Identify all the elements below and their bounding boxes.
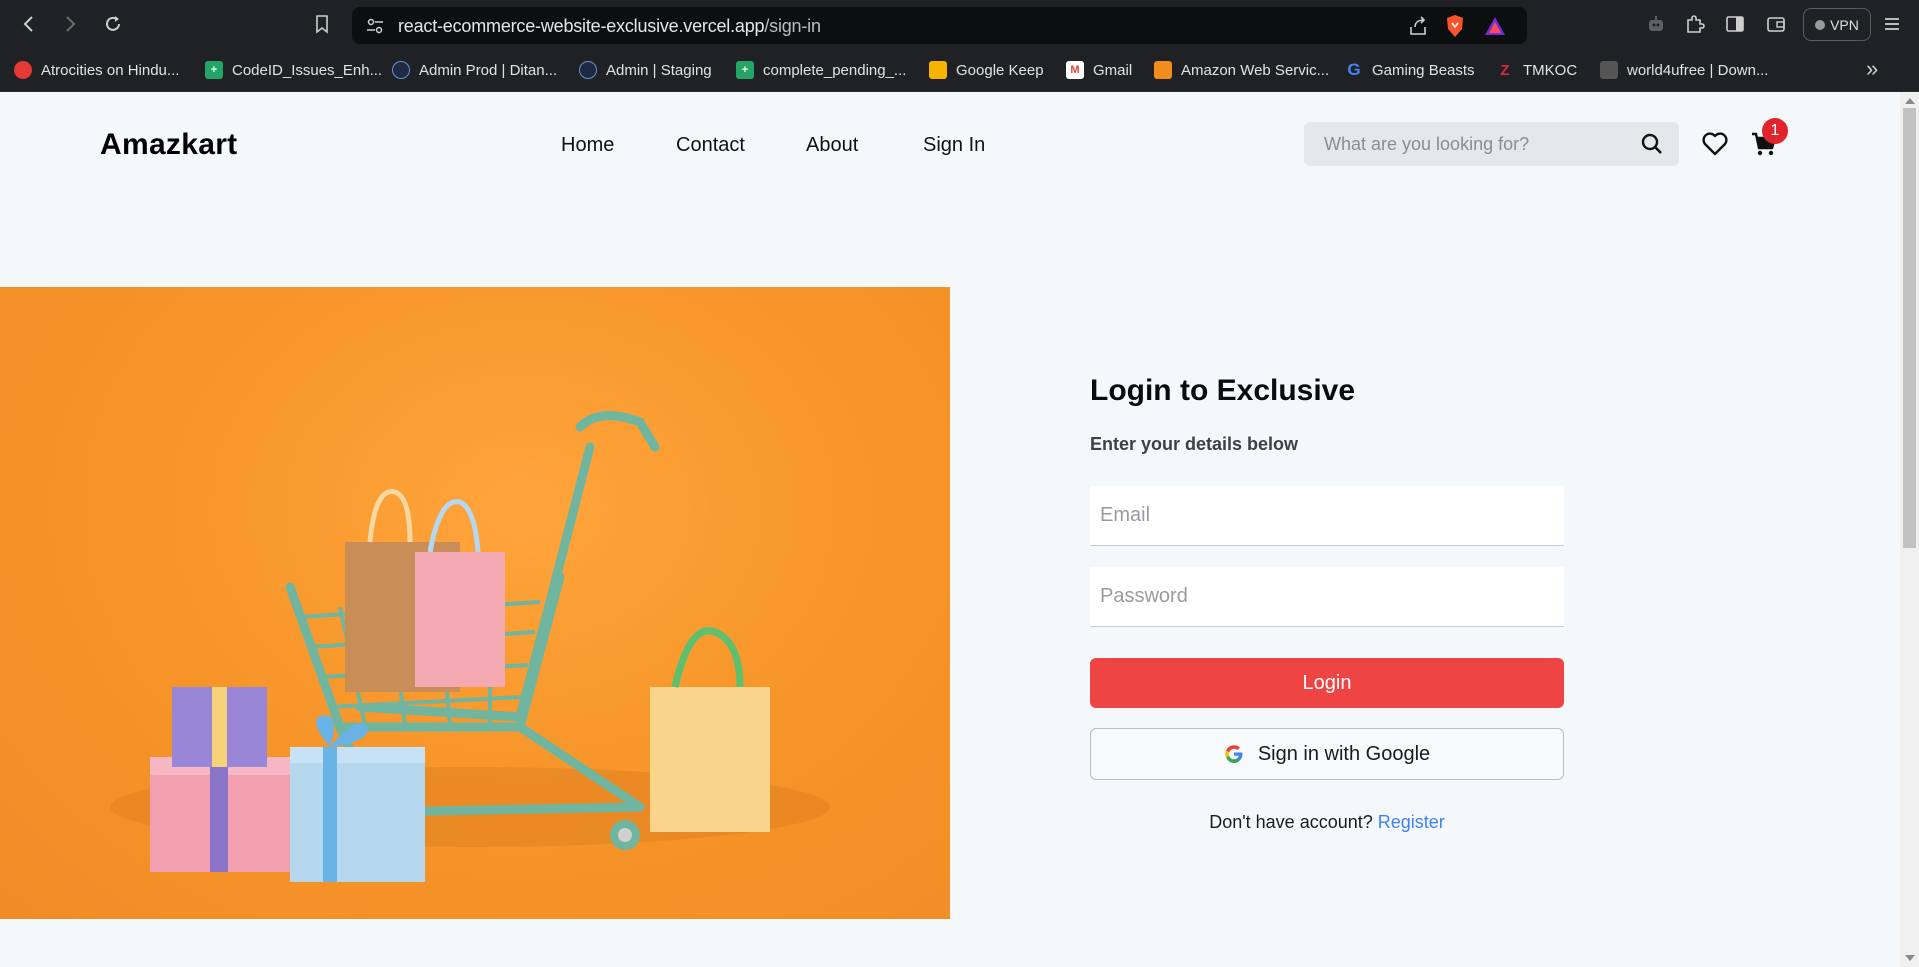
bookmark-label: Gaming Beasts (1372, 61, 1475, 79)
page: Amazkart Home Contact About Sign In 1 (0, 92, 1900, 967)
leo-ai-icon[interactable] (1645, 13, 1667, 35)
register-link[interactable]: Register (1378, 812, 1445, 832)
login-button[interactable]: Login (1090, 658, 1564, 708)
register-prompt: Don't have account? Register (1090, 812, 1564, 833)
back-button[interactable] (17, 12, 41, 36)
vpn-status-dot (1815, 19, 1826, 30)
forward-button[interactable] (58, 12, 82, 36)
bookmark-item[interactable]: + complete_pending_... (736, 59, 906, 81)
keep-icon (929, 61, 947, 79)
search-box (1304, 122, 1679, 166)
url-text: react-ecommerce-website-exclusive.vercel… (398, 16, 821, 37)
bookmark-item[interactable]: + CodeID_Issues_Enh... (205, 59, 382, 81)
cart-count-badge: 1 (1762, 118, 1788, 144)
search-input[interactable] (1304, 122, 1624, 166)
google-button-label: Sign in with Google (1257, 742, 1431, 765)
reload-button[interactable] (101, 12, 125, 36)
nav-home[interactable]: Home (561, 134, 614, 157)
menu-icon[interactable] (1882, 14, 1902, 34)
bookmark-label: Admin Prod | Ditan... (419, 61, 558, 79)
bookmark-item[interactable]: Admin | Staging (579, 59, 712, 81)
bookmark-label: Gmail (1093, 61, 1133, 79)
forward-arrow-icon (66, 16, 76, 32)
bookmark-label: TMKOC (1523, 61, 1578, 79)
brave-shield-icon[interactable] (1444, 14, 1466, 38)
url-host: react-ecommerce-website-exclusive.vercel… (398, 16, 765, 36)
bookmark-label: Admin | Staging (606, 61, 712, 79)
sheets-icon: + (205, 61, 223, 79)
google-icon: G (1347, 60, 1361, 79)
heart-icon[interactable] (1701, 130, 1729, 158)
url-path: /sign-in (764, 16, 821, 36)
no-account-text: Don't have account? (1209, 812, 1373, 832)
more-bookmarks-icon[interactable]: » (1866, 56, 1878, 82)
google-logo-icon (1225, 745, 1243, 763)
bookmark-item[interactable]: Z TMKOC (1496, 59, 1577, 81)
password-field[interactable] (1090, 567, 1564, 627)
site-logo[interactable]: Amazkart (100, 128, 237, 162)
login-subtitle: Enter your details below (1090, 434, 1299, 454)
sidebar-toggle-icon[interactable] (1724, 13, 1746, 35)
bookmark-label: CodeID_Issues_Enh... (232, 61, 383, 79)
bookmark-label: complete_pending_... (763, 61, 907, 79)
page-scrollbar[interactable] (1900, 92, 1919, 967)
tmkoc-icon: Z (1500, 61, 1510, 79)
share-icon[interactable] (1407, 15, 1429, 37)
bookmark-label: Atrocities on Hindu... (41, 61, 180, 79)
nav-about[interactable]: About (806, 134, 858, 157)
ditan-icon (579, 61, 597, 79)
bookmark-item[interactable]: Atrocities on Hindu... (14, 59, 179, 81)
email-field[interactable] (1090, 486, 1564, 546)
bookmark-label: Amazon Web Servic... (1181, 61, 1330, 79)
wallet-icon[interactable] (1765, 13, 1787, 35)
address-bar[interactable]: react-ecommerce-website-exclusive.vercel… (352, 7, 1527, 44)
red-circle-icon (14, 61, 32, 79)
scroll-up-arrow-icon[interactable] (1905, 98, 1915, 104)
bookmark-item[interactable]: Admin Prod | Ditan... (392, 59, 557, 81)
google-sign-in-button[interactable]: Sign in with Google (1090, 728, 1564, 780)
ditan-icon (392, 61, 410, 79)
bookmark-item[interactable]: Amazon Web Servic... (1154, 59, 1329, 81)
reload-icon (106, 16, 120, 31)
shopping-cart-illustration (110, 411, 830, 882)
login-title: Login to Exclusive (1090, 374, 1356, 407)
search-icon[interactable] (1641, 133, 1663, 155)
vpn-label: VPN (1830, 16, 1859, 33)
bookmark-item[interactable]: M Gmail (1066, 59, 1132, 81)
bookmark-page-button[interactable] (310, 12, 334, 36)
brave-rewards-icon[interactable] (1483, 15, 1507, 37)
bookmark-item[interactable]: world4ufree | Down... (1600, 59, 1768, 81)
bookmark-item[interactable]: G Gaming Beasts (1345, 59, 1475, 81)
browser-toolbar: react-ecommerce-website-exclusive.vercel… (0, 0, 1919, 48)
scrollbar-thumb[interactable] (1903, 108, 1916, 548)
back-arrow-icon (23, 16, 33, 32)
film-icon (1600, 61, 1618, 79)
bookmark-label: world4ufree | Down... (1627, 61, 1769, 79)
aws-icon (1154, 61, 1172, 79)
site-settings-icon[interactable] (365, 16, 385, 36)
scroll-down-arrow-icon[interactable] (1905, 955, 1915, 961)
hero-image (0, 287, 950, 919)
nav-contact[interactable]: Contact (676, 134, 745, 157)
bookmark-icon (316, 15, 328, 34)
bookmark-label: Google Keep (956, 61, 1044, 79)
nav-sign-in[interactable]: Sign In (923, 134, 985, 157)
bookmark-item[interactable]: Google Keep (929, 59, 1044, 81)
vpn-button[interactable]: VPN (1803, 8, 1871, 41)
sheets-icon: + (736, 61, 754, 79)
gmail-icon: M (1066, 61, 1084, 79)
bookmarks-bar: Atrocities on Hindu... + CodeID_Issues_En… (0, 48, 1919, 92)
extensions-icon[interactable] (1684, 13, 1706, 35)
